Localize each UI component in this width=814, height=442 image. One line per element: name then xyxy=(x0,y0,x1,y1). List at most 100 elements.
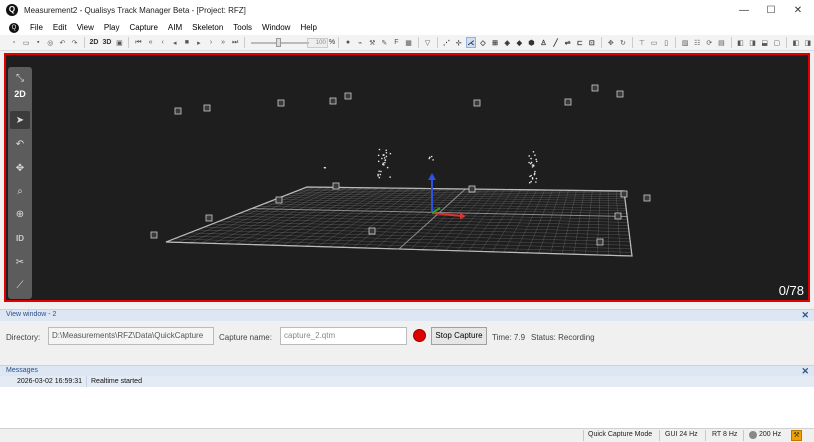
3d-scene[interactable] xyxy=(6,55,808,300)
play-backward-icon[interactable]: ◂ xyxy=(170,37,180,48)
bones-icon[interactable]: ⋌ xyxy=(465,37,476,48)
capture-name-field[interactable]: capture_2.qtm xyxy=(280,327,407,345)
pin-icon[interactable]: ⊤ xyxy=(637,37,647,48)
sidebar-left-icon[interactable]: ◧ xyxy=(791,37,801,48)
marker-point xyxy=(535,158,537,161)
step-back-icon[interactable]: ‹ xyxy=(158,37,168,48)
view-2d-button[interactable]: 2D xyxy=(89,39,98,46)
move-icon[interactable]: ✥ xyxy=(606,37,616,48)
menu-capture[interactable]: Capture xyxy=(124,23,162,32)
marker-icon[interactable]: ⊹ xyxy=(454,37,464,48)
fill-icon[interactable]: F xyxy=(391,37,401,48)
panel-left-icon[interactable]: ◧ xyxy=(735,37,745,48)
label-icon[interactable]: ⊏ xyxy=(575,37,585,48)
3d-view-window[interactable]: ⤡ 2D ➤ ↶ ✥ ⌕ ⊕ ID ✂ ⟋ 0/78 xyxy=(4,53,810,302)
minimize-button[interactable]: — xyxy=(730,0,758,20)
save-icon[interactable]: ▪ xyxy=(33,37,43,48)
sidebar-right-icon[interactable]: ◨ xyxy=(803,37,813,48)
filter-icon[interactable]: ▽ xyxy=(422,37,432,48)
panel-bottom-icon[interactable]: ⬓ xyxy=(760,37,770,48)
refresh-icon[interactable]: ⟳ xyxy=(704,37,714,48)
recording-indicator-icon xyxy=(413,329,426,342)
fast-rewind-icon[interactable]: « xyxy=(146,37,156,48)
camera-icon xyxy=(277,99,285,107)
marker-point xyxy=(378,176,381,179)
checklist-icon[interactable]: ☷ xyxy=(692,37,702,48)
close-view-panel-icon[interactable]: ✕ xyxy=(801,310,809,321)
directory-label: Directory: xyxy=(6,333,41,342)
view-3d-button[interactable]: 3D xyxy=(102,39,111,46)
stop-capture-button[interactable]: Stop Capture xyxy=(431,327,487,345)
grid-line xyxy=(225,218,629,229)
go-to-start-icon[interactable]: ⏮ xyxy=(133,37,143,48)
menu-view[interactable]: View xyxy=(72,23,99,32)
marker-point xyxy=(385,155,388,158)
toggle-2d-button[interactable]: 2D xyxy=(10,85,30,103)
stop-icon[interactable]: ■ xyxy=(182,37,192,48)
floor-grid-icon[interactable]: ⊞ xyxy=(490,37,500,48)
rotate-icon[interactable]: ↻ xyxy=(618,37,628,48)
menu-help[interactable]: Help xyxy=(295,23,321,32)
center-view-icon[interactable]: ⊕ xyxy=(10,205,30,223)
menu-aim[interactable]: AIM xyxy=(163,23,187,32)
measure-icon[interactable]: ⇌ xyxy=(563,37,573,48)
undo-icon[interactable]: ↶ xyxy=(57,37,67,48)
maximize-button[interactable]: ☐ xyxy=(757,0,785,20)
force-plate-icon[interactable]: ◆ xyxy=(514,37,524,48)
rotate-view-icon[interactable]: ↶ xyxy=(10,135,30,153)
new-file-icon[interactable]: ▫ xyxy=(9,37,19,48)
zoom-view-icon[interactable]: ⌕ xyxy=(10,182,30,200)
step-forward-icon[interactable]: › xyxy=(206,37,216,48)
camera-icon xyxy=(468,185,476,193)
redo-icon[interactable]: ↷ xyxy=(69,37,79,48)
fast-forward-icon[interactable]: » xyxy=(218,37,228,48)
menu-window[interactable]: Window xyxy=(257,23,295,32)
identify-button[interactable]: ID xyxy=(10,229,30,247)
menu-play[interactable]: Play xyxy=(99,23,125,32)
go-to-end-icon[interactable]: ⏭ xyxy=(230,37,240,48)
select-cursor-icon[interactable]: ➤ xyxy=(10,111,30,129)
qtm-logo-icon: Q xyxy=(6,4,18,16)
wrench-icon[interactable]: ⚒ xyxy=(367,37,377,48)
settings-icon[interactable]: ◎ xyxy=(45,37,55,48)
tools-status-icon[interactable]: ⚒ xyxy=(791,430,802,441)
menu-edit[interactable]: Edit xyxy=(48,23,72,32)
menu-tools[interactable]: Tools xyxy=(228,23,257,32)
marker-point xyxy=(428,157,431,160)
window-icon[interactable]: ▭ xyxy=(649,37,659,48)
toolbar-divider xyxy=(338,37,339,48)
skeleton-icon[interactable]: ♙ xyxy=(538,37,548,48)
panel-full-icon[interactable]: ▢ xyxy=(772,37,782,48)
cube-icon[interactable]: ⬢ xyxy=(526,37,536,48)
app-menu-icon[interactable]: Q xyxy=(9,22,19,33)
panel-right-icon[interactable]: ◨ xyxy=(748,37,758,48)
close-window-button[interactable]: ✕ xyxy=(784,0,812,20)
camera-icon[interactable]: ⊡ xyxy=(587,37,597,48)
layout-icon[interactable]: ▯ xyxy=(661,37,671,48)
play-forward-icon[interactable]: ▸ xyxy=(194,37,204,48)
menu-skeleton[interactable]: Skeleton xyxy=(187,23,228,32)
video-view-icon[interactable]: ▣ xyxy=(114,37,124,48)
speed-percent-field[interactable]: 100 xyxy=(307,37,328,48)
line-icon[interactable]: ╱ xyxy=(551,37,561,48)
menu-file[interactable]: File xyxy=(25,23,48,32)
slider-thumb[interactable] xyxy=(276,38,282,47)
translate-view-icon[interactable]: ✥ xyxy=(10,159,30,177)
trajectory-icon[interactable]: ⋰ xyxy=(442,37,452,48)
pen-icon[interactable]: ✎ xyxy=(379,37,389,48)
marker-point xyxy=(532,150,535,153)
grid-icon[interactable]: ▦ xyxy=(403,37,413,48)
cut-trajectory-icon[interactable]: ✂ xyxy=(10,253,30,271)
open-folder-icon[interactable]: ▭ xyxy=(21,37,31,48)
record-icon[interactable]: ● xyxy=(343,37,353,48)
create-bone-icon[interactable]: ⟋ xyxy=(10,276,30,294)
camera-icon xyxy=(368,227,376,235)
image-icon[interactable]: ▨ xyxy=(680,37,690,48)
terminal-icon[interactable]: ▤ xyxy=(716,37,726,48)
link-icon[interactable]: ⌁ xyxy=(355,37,365,48)
rigid-body-icon[interactable]: ◇ xyxy=(478,37,488,48)
directory-field[interactable]: D:\Measurements\RFZ\Data\QuickCapture xyxy=(48,327,214,345)
camera-volume-icon[interactable]: ◈ xyxy=(502,37,512,48)
playback-speed-slider[interactable] xyxy=(251,38,310,47)
message-row[interactable]: 2026-03-02 16:59:31 Realtime started xyxy=(0,376,814,387)
